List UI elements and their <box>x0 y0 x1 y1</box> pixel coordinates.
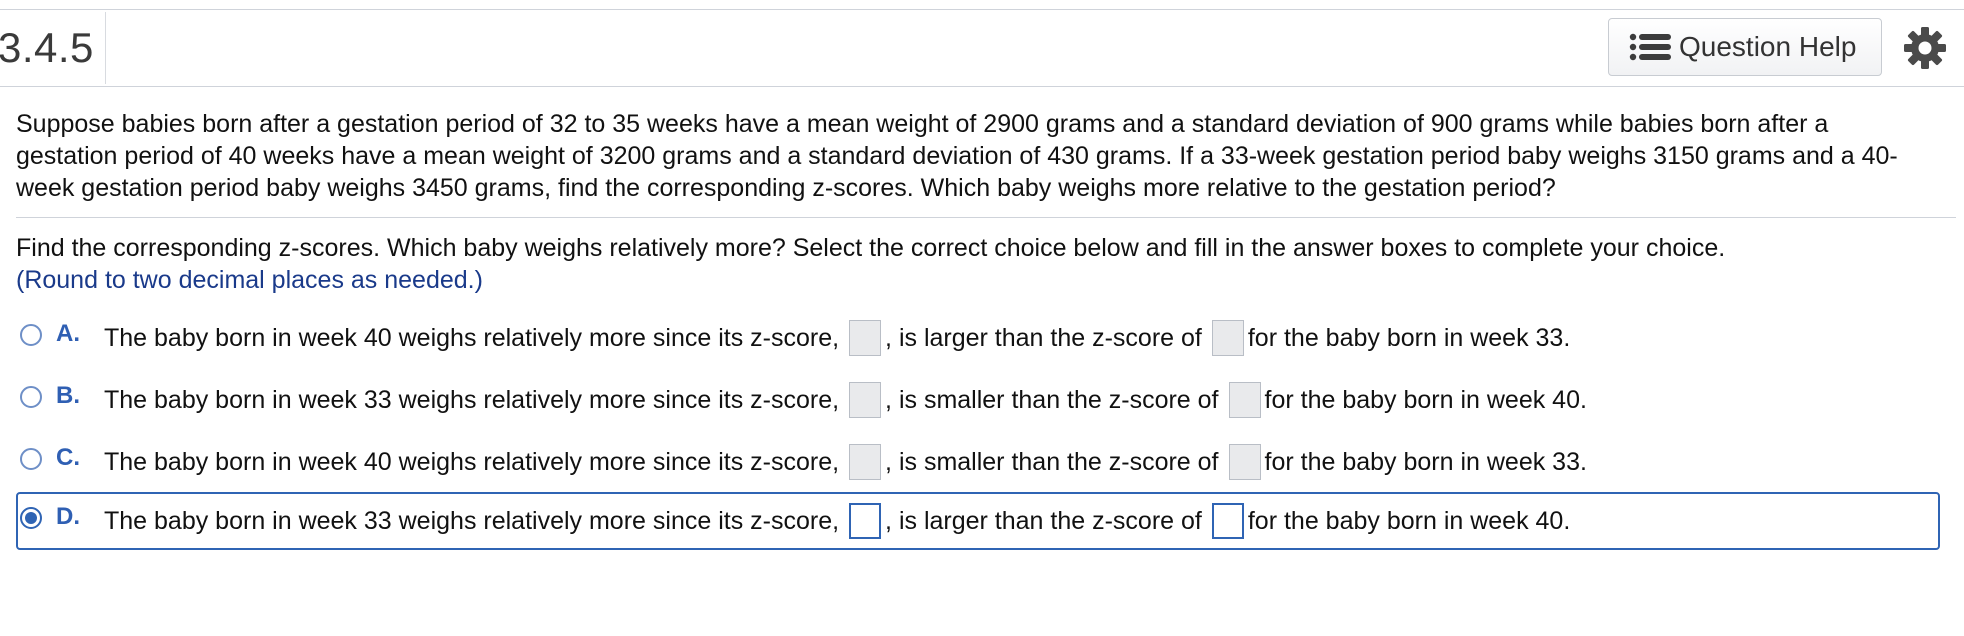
choice-text-part: , is larger than the z-score of <box>885 324 1202 352</box>
header-divider <box>105 12 106 84</box>
choice-text-part: for the baby born in week 40. <box>1264 386 1587 414</box>
question-page: 3.4.5 Question Help Suppose babies born … <box>0 0 1964 636</box>
section-number: 3.4.5 <box>0 24 94 71</box>
choice-text-part: for the baby born in week 33. <box>1264 448 1587 476</box>
answer-box[interactable] <box>849 444 882 480</box>
choice-letter: D. <box>56 503 80 530</box>
question-header: 3.4.5 Question Help <box>0 10 1964 87</box>
choice-text-part: The baby born in week 40 weighs relative… <box>104 324 840 352</box>
choice-c-text: The baby born in week 40 weighs relative… <box>104 444 1587 480</box>
choice-text-part: , is larger than the z-score of <box>885 507 1202 535</box>
choice-b-radio[interactable] <box>20 386 42 408</box>
choice-a[interactable]: A. The baby born in week 40 weighs relat… <box>16 308 1940 366</box>
question-text: Suppose babies born after a gestation pe… <box>16 110 1898 202</box>
choice-c-radio[interactable] <box>20 448 42 470</box>
choice-d-radio[interactable] <box>20 507 42 529</box>
gear-icon[interactable] <box>1903 26 1947 70</box>
answer-box[interactable] <box>1211 503 1244 539</box>
rounding-note: (Round to two decimal places as needed.) <box>16 266 483 294</box>
choice-a-text: The baby born in week 40 weighs relative… <box>104 320 1570 356</box>
choice-text-part: for the baby born in week 40. <box>1247 507 1571 535</box>
choice-text-part: for the baby born in week 33. <box>1247 324 1571 352</box>
choice-text-part: The baby born in week 33 weighs relative… <box>104 386 840 414</box>
choice-letter: C. <box>56 444 80 471</box>
choice-text-part: , is smaller than the z-score of <box>885 448 1219 476</box>
choice-letter: A. <box>56 320 80 347</box>
choice-d[interactable]: D. The baby born in week 33 weighs relat… <box>16 492 1940 550</box>
list-icon <box>1629 33 1671 61</box>
section-divider <box>16 217 1956 218</box>
choice-b-text: The baby born in week 33 weighs relative… <box>104 382 1587 418</box>
choice-text-part: The baby born in week 40 weighs relative… <box>104 448 840 476</box>
answer-box[interactable] <box>849 320 882 356</box>
answer-box[interactable] <box>1228 444 1261 480</box>
instruction-text: Find the corresponding z-scores. Which b… <box>16 234 1726 262</box>
choice-d-text: The baby born in week 33 weighs relative… <box>104 503 1570 539</box>
answer-box[interactable] <box>1211 320 1244 356</box>
question-help-button[interactable]: Question Help <box>1608 18 1882 76</box>
question-help-label: Question Help <box>1679 31 1857 62</box>
choice-letter: B. <box>56 382 80 409</box>
choice-text-part: The baby born in week 33 weighs relative… <box>104 507 840 535</box>
choice-c[interactable]: C. The baby born in week 40 weighs relat… <box>16 432 1940 490</box>
choice-b[interactable]: B. The baby born in week 33 weighs relat… <box>16 370 1940 428</box>
answer-box[interactable] <box>1228 382 1261 418</box>
choice-a-radio[interactable] <box>20 324 42 346</box>
answer-box[interactable] <box>849 382 882 418</box>
answer-box[interactable] <box>849 503 882 539</box>
choice-text-part: , is smaller than the z-score of <box>885 386 1219 414</box>
